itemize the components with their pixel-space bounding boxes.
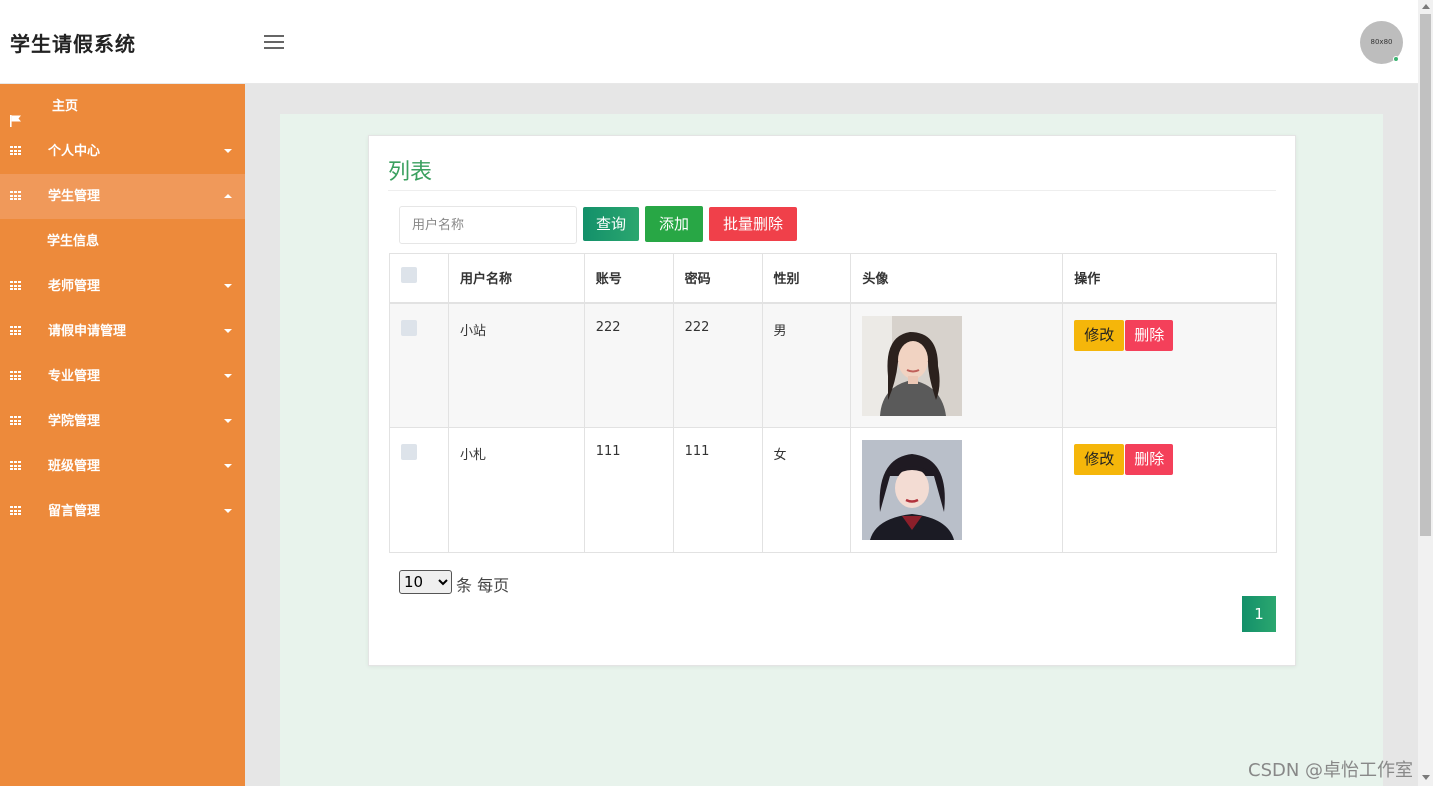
cell-actions: 修改 删除: [1062, 302, 1277, 428]
table-row: 小札 111 111 女 修改 删除: [389, 427, 1277, 553]
avatar-placeholder-text: 80x80: [1370, 38, 1393, 46]
batch-delete-button[interactable]: 批量删除: [709, 207, 797, 241]
grid-icon: [10, 146, 22, 156]
app-title: 学生请假系统: [10, 32, 136, 56]
select-all-cell: [389, 253, 449, 304]
column-header: 密码: [672, 253, 763, 304]
column-header: 用户名称: [447, 253, 585, 304]
delete-button[interactable]: 删除: [1125, 444, 1174, 475]
table-header-row: 用户名称 账号 密码 性别 头像 操作: [389, 253, 1277, 304]
top-bar: 学生请假系统 80x80: [0, 0, 1418, 84]
sidebar-item-profile[interactable]: 个人中心: [0, 129, 245, 174]
column-header: 头像: [850, 253, 1064, 304]
add-button[interactable]: 添加: [645, 206, 703, 242]
edit-button[interactable]: 修改: [1074, 444, 1125, 475]
page-size-label: 条 每页: [456, 576, 510, 595]
edit-button[interactable]: 修改: [1074, 319, 1125, 351]
avatar-photo: [862, 315, 963, 416]
cell-name: 小站: [447, 302, 585, 428]
sidebar-item-student-management[interactable]: 学生管理: [0, 174, 245, 219]
cell-avatar: [850, 427, 1064, 553]
chevron-down-icon: [224, 149, 232, 153]
grid-icon: [10, 371, 22, 381]
grid-icon: [10, 281, 22, 291]
sidebar-item-label: 老师管理: [48, 279, 101, 294]
column-header: 性别: [761, 253, 852, 304]
grid-icon: [10, 416, 22, 426]
data-table: 用户名称 账号 密码 性别 头像 操作 小站 222 222 男 修改 删除 小…: [389, 253, 1277, 553]
scrollbar-thumb[interactable]: [1420, 14, 1431, 536]
table-row: 小站 222 222 男 修改 删除: [389, 302, 1277, 428]
row-checkbox[interactable]: [401, 319, 417, 336]
sidebar-subitem-student-info[interactable]: 学生信息: [0, 219, 245, 264]
sidebar: 主页 个人中心 学生管理 学生信息 老师管理 请假申请管理 专业管理 学院管理 …: [0, 84, 245, 786]
divider: [388, 190, 1276, 191]
page-size-select[interactable]: 10: [399, 570, 452, 594]
chevron-down-icon: [224, 374, 232, 378]
grid-icon: [10, 461, 22, 471]
row-select-cell: [389, 427, 449, 553]
sidebar-item-message-management[interactable]: 留言管理: [0, 489, 245, 534]
sidebar-item-label: 学院管理: [48, 414, 101, 429]
sidebar-item-major-management[interactable]: 专业管理: [0, 354, 245, 399]
online-status-dot: [1393, 56, 1399, 62]
cell-account: 222: [583, 302, 674, 428]
sidebar-item-label: 个人中心: [48, 144, 101, 159]
column-header: 账号: [583, 253, 674, 304]
vertical-scrollbar[interactable]: [1418, 0, 1433, 786]
grid-icon: [10, 326, 22, 336]
chevron-down-icon: [224, 509, 232, 513]
chevron-down-icon: [224, 329, 232, 333]
sidebar-item-home[interactable]: 主页: [0, 84, 245, 129]
cell-actions: 修改 删除: [1062, 427, 1277, 553]
cell-password: 111: [672, 427, 763, 553]
sidebar-item-label: 请假申请管理: [48, 324, 127, 339]
sidebar-item-college-management[interactable]: 学院管理: [0, 399, 245, 444]
cell-name: 小札: [447, 427, 585, 553]
page-title: 列表: [388, 160, 433, 185]
pagination-page-button[interactable]: 1: [1242, 596, 1276, 632]
cell-gender: 女: [761, 427, 852, 553]
sidebar-item-label: 学生管理: [48, 189, 101, 204]
sidebar-item-label: 专业管理: [48, 369, 101, 384]
delete-button[interactable]: 删除: [1125, 319, 1174, 351]
flag-icon: [10, 101, 22, 127]
cell-gender: 男: [761, 302, 852, 428]
sidebar-item-label: 留言管理: [48, 504, 101, 519]
chevron-up-icon: [224, 194, 232, 198]
chevron-down-icon: [224, 464, 232, 468]
scroll-down-icon[interactable]: [1422, 775, 1430, 780]
avatar-photo: [862, 440, 963, 540]
column-header: 操作: [1062, 253, 1277, 304]
sidebar-item-class-management[interactable]: 班级管理: [0, 444, 245, 489]
cell-account: 111: [583, 427, 674, 553]
chevron-down-icon: [224, 284, 232, 288]
menu-toggle-icon[interactable]: [264, 35, 284, 51]
grid-icon: [10, 191, 22, 201]
watermark: CSDN @卓怡工作室: [1248, 760, 1414, 781]
list-card: 列表 查询 添加 批量删除 用户名称 账号 密码 性别 头像 操作 小站 222…: [368, 135, 1296, 666]
grid-icon: [10, 506, 22, 516]
search-input[interactable]: [399, 206, 577, 244]
sidebar-item-teacher-management[interactable]: 老师管理: [0, 264, 245, 309]
query-button[interactable]: 查询: [583, 207, 639, 241]
sidebar-item-leave-management[interactable]: 请假申请管理: [0, 309, 245, 354]
row-checkbox[interactable]: [401, 444, 417, 460]
cell-avatar: [850, 302, 1064, 428]
sidebar-item-label: 班级管理: [48, 459, 101, 474]
row-select-cell: [389, 302, 449, 428]
cell-password: 222: [672, 302, 763, 428]
sidebar-item-label: 主页: [52, 99, 79, 114]
scroll-up-icon[interactable]: [1422, 4, 1430, 9]
chevron-down-icon: [224, 419, 232, 423]
user-avatar[interactable]: 80x80: [1360, 21, 1403, 64]
select-all-checkbox[interactable]: [401, 266, 417, 283]
